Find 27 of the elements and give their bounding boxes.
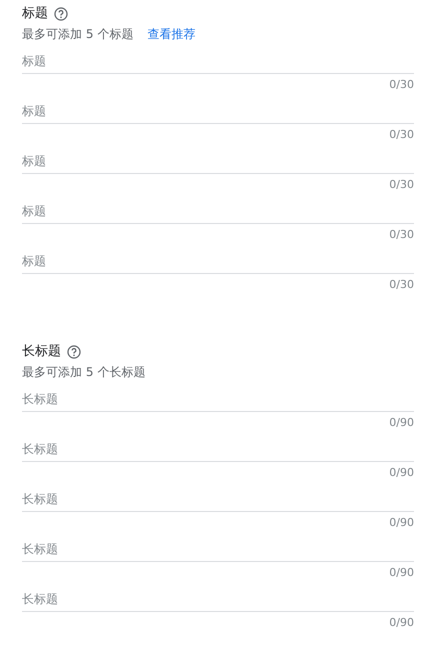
character-counter: 0/90 bbox=[389, 515, 414, 531]
section-subtitle: 最多可添加 5 个长标题 bbox=[22, 364, 146, 381]
text-field[interactable]: 标题 bbox=[22, 148, 414, 174]
recommendations-link[interactable]: 查看推荐 bbox=[147, 25, 196, 43]
character-counter: 0/90 bbox=[389, 415, 414, 431]
text-field[interactable]: 标题 bbox=[22, 98, 414, 124]
help-icon[interactable] bbox=[54, 7, 68, 21]
text-field[interactable]: 标题 bbox=[22, 48, 414, 74]
character-counter: 0/90 bbox=[389, 615, 414, 631]
text-field[interactable]: 长标题 bbox=[22, 536, 414, 562]
character-counter: 0/90 bbox=[389, 565, 414, 581]
help-icon[interactable] bbox=[67, 345, 81, 359]
text-field[interactable]: 长标题 bbox=[22, 586, 414, 612]
section-title: 标题 bbox=[22, 5, 48, 24]
section-title: 长标题 bbox=[22, 343, 61, 362]
character-counter: 0/30 bbox=[389, 227, 414, 243]
character-counter: 0/30 bbox=[389, 77, 414, 93]
character-counter: 0/30 bbox=[389, 177, 414, 193]
text-field[interactable]: 标题 bbox=[22, 248, 414, 274]
text-field[interactable]: 长标题 bbox=[22, 486, 414, 512]
character-counter: 0/30 bbox=[389, 127, 414, 143]
text-field[interactable]: 长标题 bbox=[22, 436, 414, 462]
character-counter: 0/90 bbox=[389, 465, 414, 481]
text-field[interactable]: 长标题 bbox=[22, 386, 414, 412]
section-subtitle: 最多可添加 5 个标题 bbox=[22, 26, 134, 43]
character-counter: 0/30 bbox=[389, 277, 414, 293]
text-field[interactable]: 标题 bbox=[22, 198, 414, 224]
